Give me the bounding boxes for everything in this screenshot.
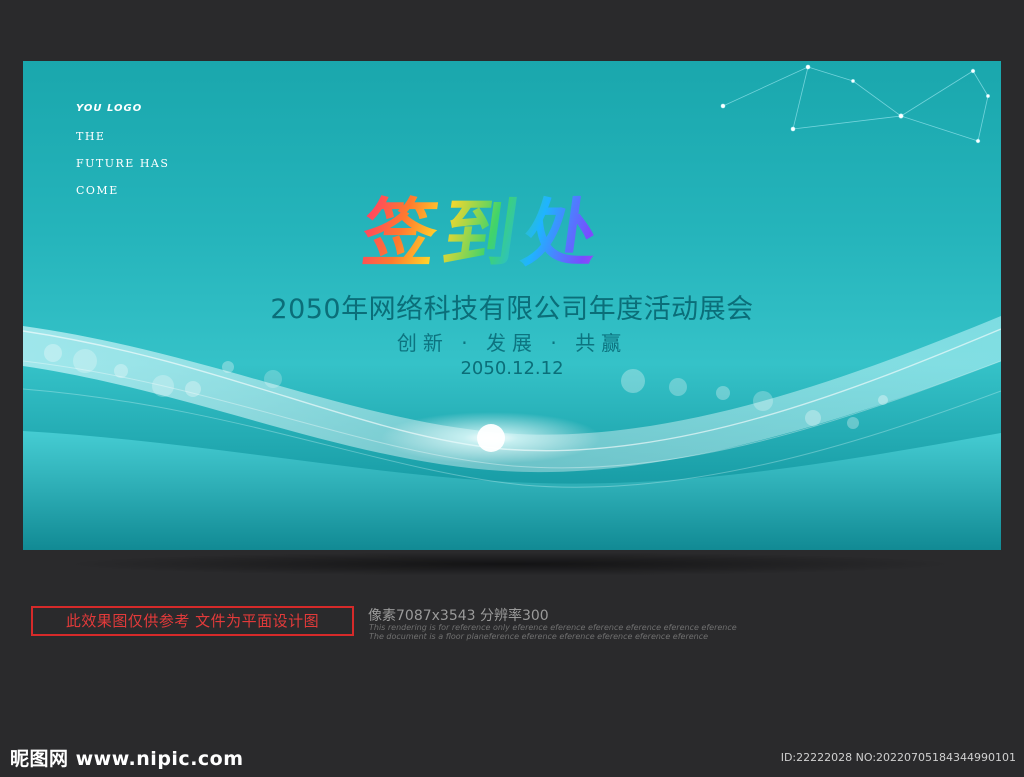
event-date: 2050.12.12 <box>460 358 564 379</box>
tagline-line-2: FUTURE HAS <box>76 157 170 170</box>
poster-shadow <box>60 552 960 576</box>
tagline-line-1: THE <box>76 130 106 143</box>
brand-logo: YOU LOGO <box>76 103 143 114</box>
image-id-label: ID:22222028 NO:20220705184344990101 <box>780 751 1016 764</box>
fine-print-2: The document is a floor planeference efe… <box>369 632 709 641</box>
poster-canvas: YOU LOGO THE FUTURE HAS COME 签到处 2050年网络… <box>23 61 1001 550</box>
reference-notice: 此效果图仅供参考 文件为平面设计图 <box>31 606 354 636</box>
event-slogan: 创新 · 发展 · 共赢 <box>396 331 628 355</box>
tagline-line-3: COME <box>76 184 119 197</box>
headline-signin: 签到处 <box>356 184 680 284</box>
site-watermark-link[interactable]: 昵图网 www.nipic.com <box>10 744 244 771</box>
event-title: 2050年网络科技有限公司年度活动展会 <box>270 294 754 325</box>
resolution-info: 像素7087x3543 分辨率300 <box>368 608 549 624</box>
fine-print-1: This rendering is for reference only efe… <box>369 623 737 632</box>
network-lines <box>720 64 991 144</box>
